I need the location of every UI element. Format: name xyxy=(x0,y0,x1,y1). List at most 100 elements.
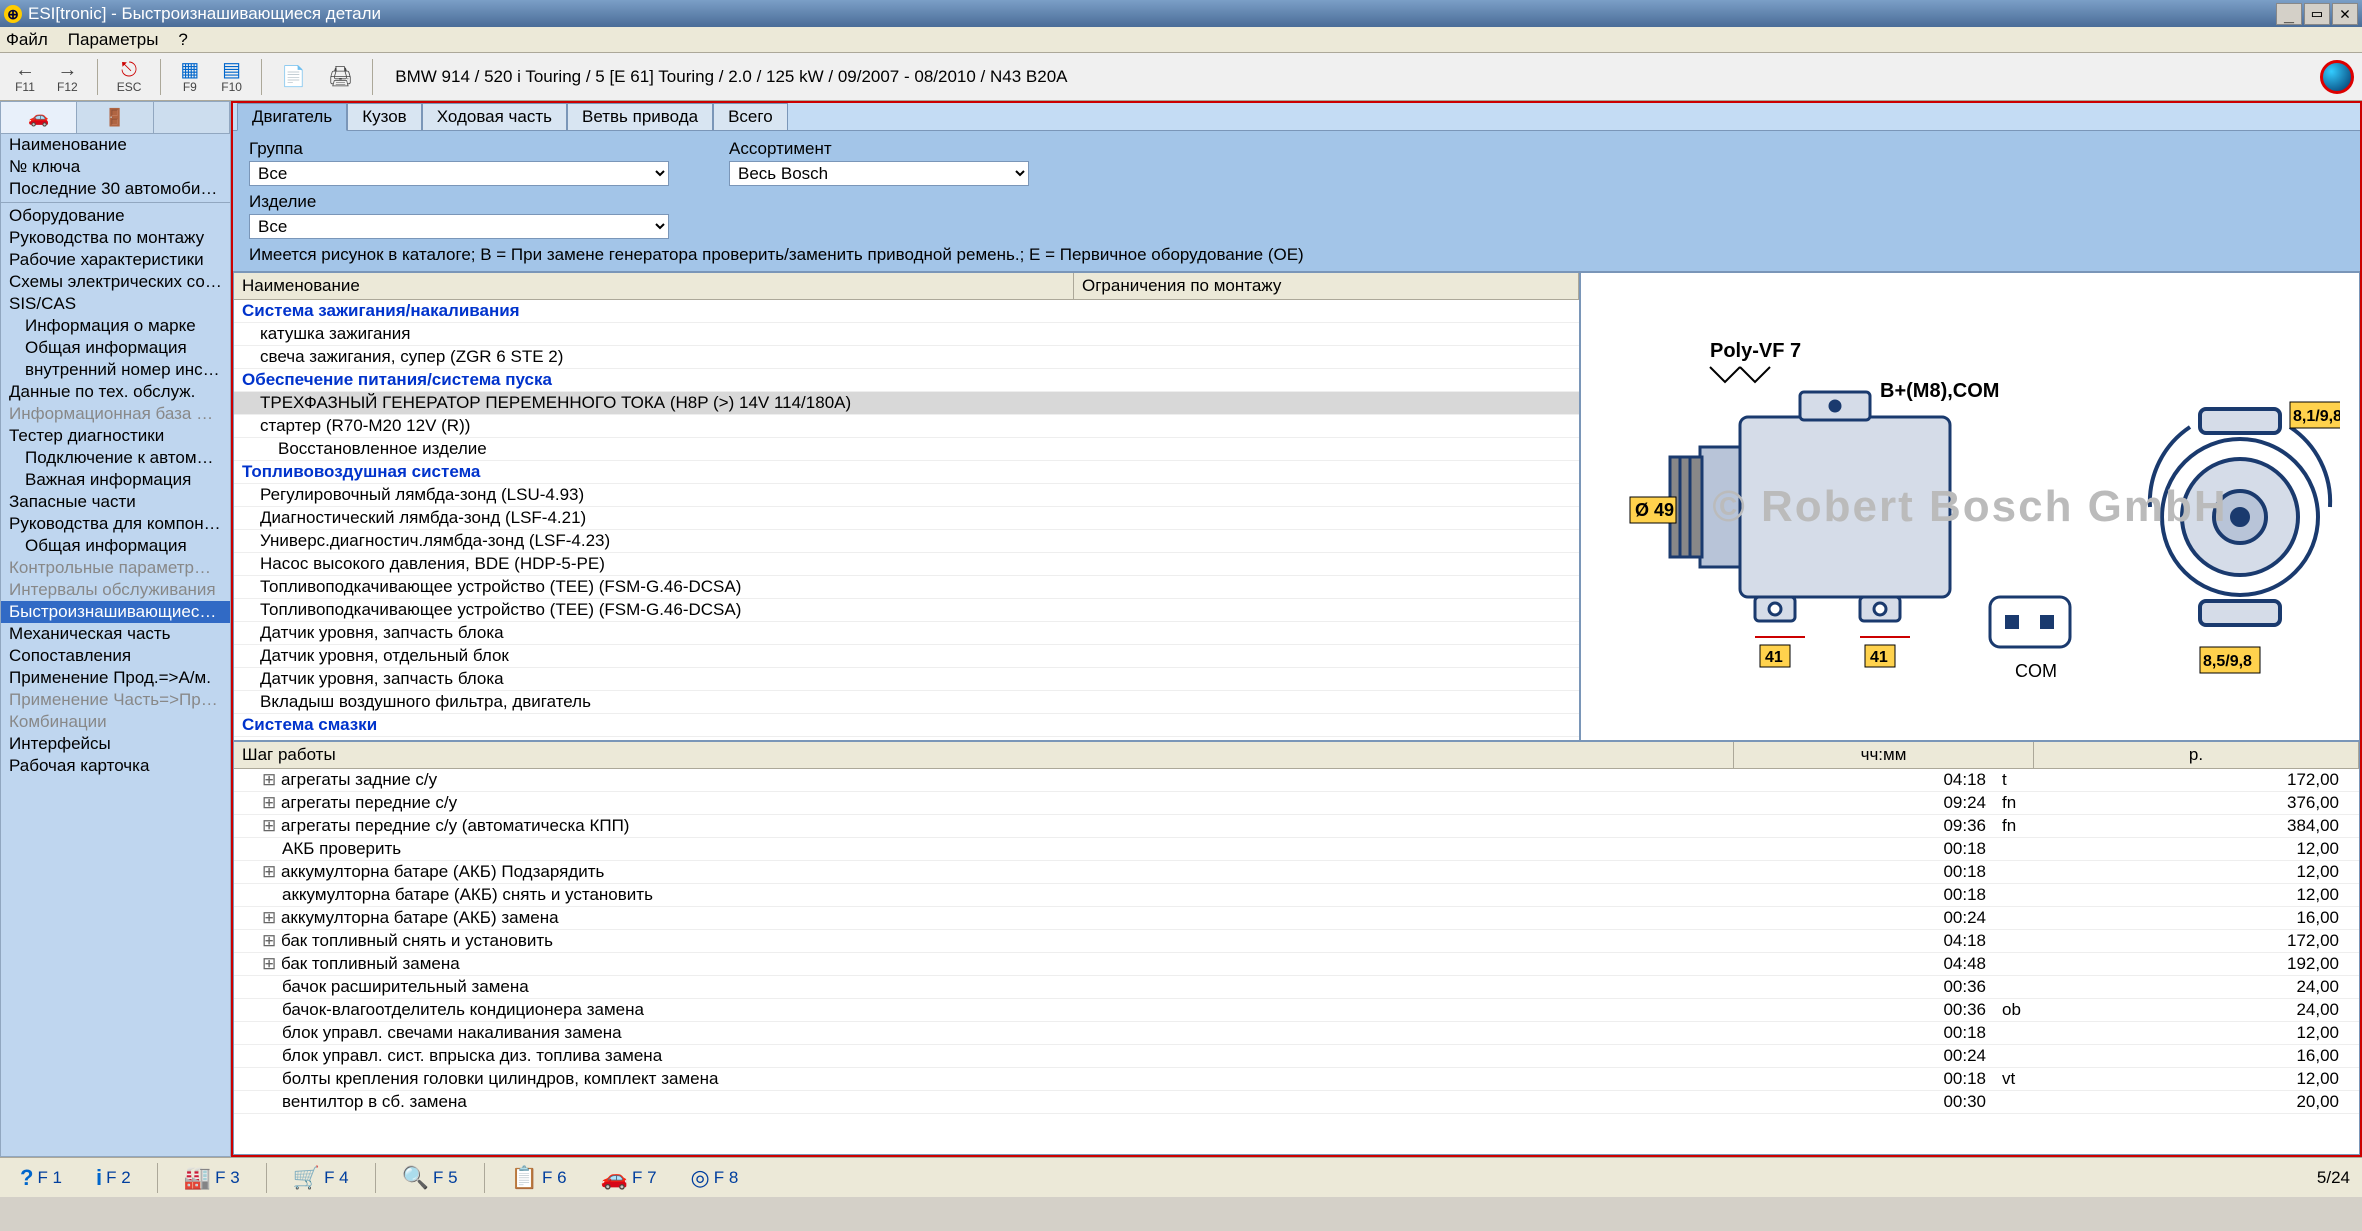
tab-drive[interactable]: Ветвь привода xyxy=(567,103,713,130)
nav-item[interactable]: Информация о марке xyxy=(1,315,230,337)
work-row[interactable]: бак топливный замена04:48192,00 xyxy=(234,953,2359,976)
parts-table[interactable]: Наименование Ограничения по монтажу Сист… xyxy=(233,272,1580,741)
parts-row[interactable]: Обеспечение питания/система пуска xyxy=(234,369,1579,392)
parts-row[interactable]: Регулировочный лямбда-зонд (LSU-4.93) xyxy=(234,484,1579,507)
work-row[interactable]: бак топливный снять и установить04:18172… xyxy=(234,930,2359,953)
parts-row[interactable]: Вкладыш воздушного фильтра, двигатель xyxy=(234,691,1579,714)
nav-item[interactable]: Оборудование xyxy=(1,205,230,227)
nav-item[interactable]: Общая информация xyxy=(1,535,230,557)
parts-row[interactable]: Топливоподкачивающее устройство (TEE) (F… xyxy=(234,576,1579,599)
work-col-step[interactable]: Шаг работы xyxy=(234,742,1734,768)
nav-item[interactable]: Важная информация xyxy=(1,469,230,491)
work-col-time[interactable]: чч:мм xyxy=(1734,742,2034,768)
tree-button[interactable]: 🏭F 3 xyxy=(176,1163,248,1193)
parts-row[interactable]: Датчик уровня, отдельный блок xyxy=(234,645,1579,668)
nav-item[interactable]: Руководства для компон… xyxy=(1,513,230,535)
info-button[interactable]: iF 2 xyxy=(88,1163,139,1193)
parts-row[interactable]: Топливовоздушная система xyxy=(234,461,1579,484)
parts-row[interactable]: Система смазки xyxy=(234,714,1579,737)
nav-item[interactable]: Рабочая карточка xyxy=(1,755,230,777)
car-button-status[interactable]: 🚗F 7 xyxy=(593,1163,665,1193)
nav-item[interactable]: Применение Прод.=>А/м. xyxy=(1,667,230,689)
parts-row[interactable]: Насос высокого давления, BDE (HDP-5-PE) xyxy=(234,553,1579,576)
grid-button[interactable]: ▦F9 xyxy=(173,57,206,97)
grid2-button[interactable]: ▤F10 xyxy=(214,57,249,97)
product-select[interactable]: Все xyxy=(249,214,669,239)
work-row[interactable]: АКБ проверить00:1812,00 xyxy=(234,838,2359,861)
tab-chassis[interactable]: Ходовая часть xyxy=(422,103,567,130)
parts-row[interactable]: стартер (R70-M20 12V (R)) xyxy=(234,415,1579,438)
work-row[interactable]: агрегаты передние с/у (автоматическа КПП… xyxy=(234,815,2359,838)
menu-help[interactable]: ? xyxy=(178,30,187,50)
work-col-price[interactable]: р. xyxy=(2034,742,2359,768)
nav-item[interactable]: SIS/CAS xyxy=(1,293,230,315)
search-button[interactable]: 🔍F 5 xyxy=(394,1163,466,1193)
parts-row[interactable]: свеча зажигания, супер (ZGR 6 STE 2) xyxy=(234,346,1579,369)
work-row[interactable]: агрегаты задние с/у04:18t172,00 xyxy=(234,769,2359,792)
nav-item[interactable]: Схемы электрических со… xyxy=(1,271,230,293)
content-area: Двигатель Кузов Ходовая часть Ветвь прив… xyxy=(231,101,2362,1157)
nav-item[interactable]: Общая информация xyxy=(1,337,230,359)
nav-item[interactable]: Последние 30 автомобилей xyxy=(1,178,230,200)
tab-engine[interactable]: Двигатель xyxy=(237,103,347,131)
parts-row[interactable]: Топливоподкачивающее устройство (TEE) (F… xyxy=(234,599,1579,622)
minimize-button[interactable]: _ xyxy=(2276,3,2302,25)
print-button[interactable]: 🖨 xyxy=(321,64,360,90)
sidebar-tab-car[interactable]: 🚗 xyxy=(1,102,77,133)
work-row[interactable]: аккумулторна батаре (АКБ) замена00:2416,… xyxy=(234,907,2359,930)
work-row[interactable]: агрегаты передние с/у09:24fn376,00 xyxy=(234,792,2359,815)
nav-item[interactable]: Наименование xyxy=(1,134,230,156)
nav-item[interactable]: № ключа xyxy=(1,156,230,178)
parts-row[interactable]: Датчик уровня, запчасть блока xyxy=(234,668,1579,691)
nav-item[interactable]: Механическая часть xyxy=(1,623,230,645)
title-bar: ⊕ ESI[tronic] - Быстроизнашивающиеся дет… xyxy=(0,0,2362,27)
doc-button-status[interactable]: 📋F 6 xyxy=(503,1163,575,1193)
nav-item[interactable]: Данные по тех. обслуж. xyxy=(1,381,230,403)
group-select[interactable]: Все xyxy=(249,161,669,186)
work-table[interactable]: Шаг работы чч:мм р. агрегаты задние с/у0… xyxy=(233,741,2360,1155)
cart-button[interactable]: 🛒F 4 xyxy=(285,1163,357,1193)
nav-item[interactable]: Рабочие характеристики xyxy=(1,249,230,271)
work-row[interactable]: блок управл. свечами накаливания замена0… xyxy=(234,1022,2359,1045)
parts-row[interactable]: ТРЕХФАЗНЫЙ ГЕНЕРАТОР ПЕРЕМЕННОГО ТОКА (H… xyxy=(234,392,1579,415)
doc-button[interactable]: 📄 xyxy=(274,64,313,90)
forward-button[interactable]: →F12 xyxy=(50,57,85,97)
esc-button[interactable]: ⎋ESC xyxy=(110,57,149,97)
parts-row[interactable]: катушка зажигания xyxy=(234,323,1579,346)
nav-item[interactable]: Тестер диагностики xyxy=(1,425,230,447)
sidebar-tab-door[interactable]: 🚪 xyxy=(77,102,153,133)
parts-col-restrict[interactable]: Ограничения по монтажу xyxy=(1074,273,1579,299)
work-row[interactable]: вентилтор в сб. замена00:3020,00 xyxy=(234,1091,2359,1114)
nav-item[interactable]: Подключение к автом… xyxy=(1,447,230,469)
tab-body[interactable]: Кузов xyxy=(347,103,422,130)
work-row[interactable]: аккумулторна батаре (АКБ) снять и устано… xyxy=(234,884,2359,907)
parts-row[interactable]: Датчик уровня, запчасть блока xyxy=(234,622,1579,645)
parts-row[interactable]: Восстановленное изделие xyxy=(234,438,1579,461)
parts-row[interactable]: Система зажигания/накаливания xyxy=(234,300,1579,323)
work-row[interactable]: болты крепления головки цилиндров, компл… xyxy=(234,1068,2359,1091)
menu-params[interactable]: Параметры xyxy=(68,30,159,50)
assort-select[interactable]: Весь Bosch xyxy=(729,161,1029,186)
nav-item[interactable]: Руководства по монтажу xyxy=(1,227,230,249)
globe-icon[interactable] xyxy=(2320,60,2354,94)
close-button[interactable]: ✕ xyxy=(2332,3,2358,25)
sidebar-tab-empty[interactable] xyxy=(154,102,230,133)
nav-item[interactable]: Интерфейсы xyxy=(1,733,230,755)
parts-col-name[interactable]: Наименование xyxy=(234,273,1074,299)
menu-file[interactable]: Файл xyxy=(6,30,48,50)
work-row[interactable]: блок управл. сист. впрыска диз. топлива … xyxy=(234,1045,2359,1068)
nav-item[interactable]: Сопоставления xyxy=(1,645,230,667)
nav-item[interactable]: Быстроизнашивающиеся … xyxy=(1,601,230,623)
help-button[interactable]: ?F 1 xyxy=(12,1163,70,1193)
back-button[interactable]: ←F11 xyxy=(8,57,42,97)
work-row[interactable]: бачок расширительный замена00:3624,00 xyxy=(234,976,2359,999)
work-row[interactable]: бачок-влагоотделитель кондиционера замен… xyxy=(234,999,2359,1022)
maximize-button[interactable]: ▭ xyxy=(2304,3,2330,25)
nav-item[interactable]: Запасные части xyxy=(1,491,230,513)
parts-row[interactable]: Универс.диагностич.лямбда-зонд (LSF-4.23… xyxy=(234,530,1579,553)
work-row[interactable]: аккумулторна батаре (АКБ) Подзарядить00:… xyxy=(234,861,2359,884)
tab-all[interactable]: Всего xyxy=(713,103,788,130)
parts-row[interactable]: Диагностический лямбда-зонд (LSF-4.21) xyxy=(234,507,1579,530)
ring-button[interactable]: ◎F 8 xyxy=(683,1163,747,1193)
nav-item[interactable]: внутренний номер инс… xyxy=(1,359,230,381)
